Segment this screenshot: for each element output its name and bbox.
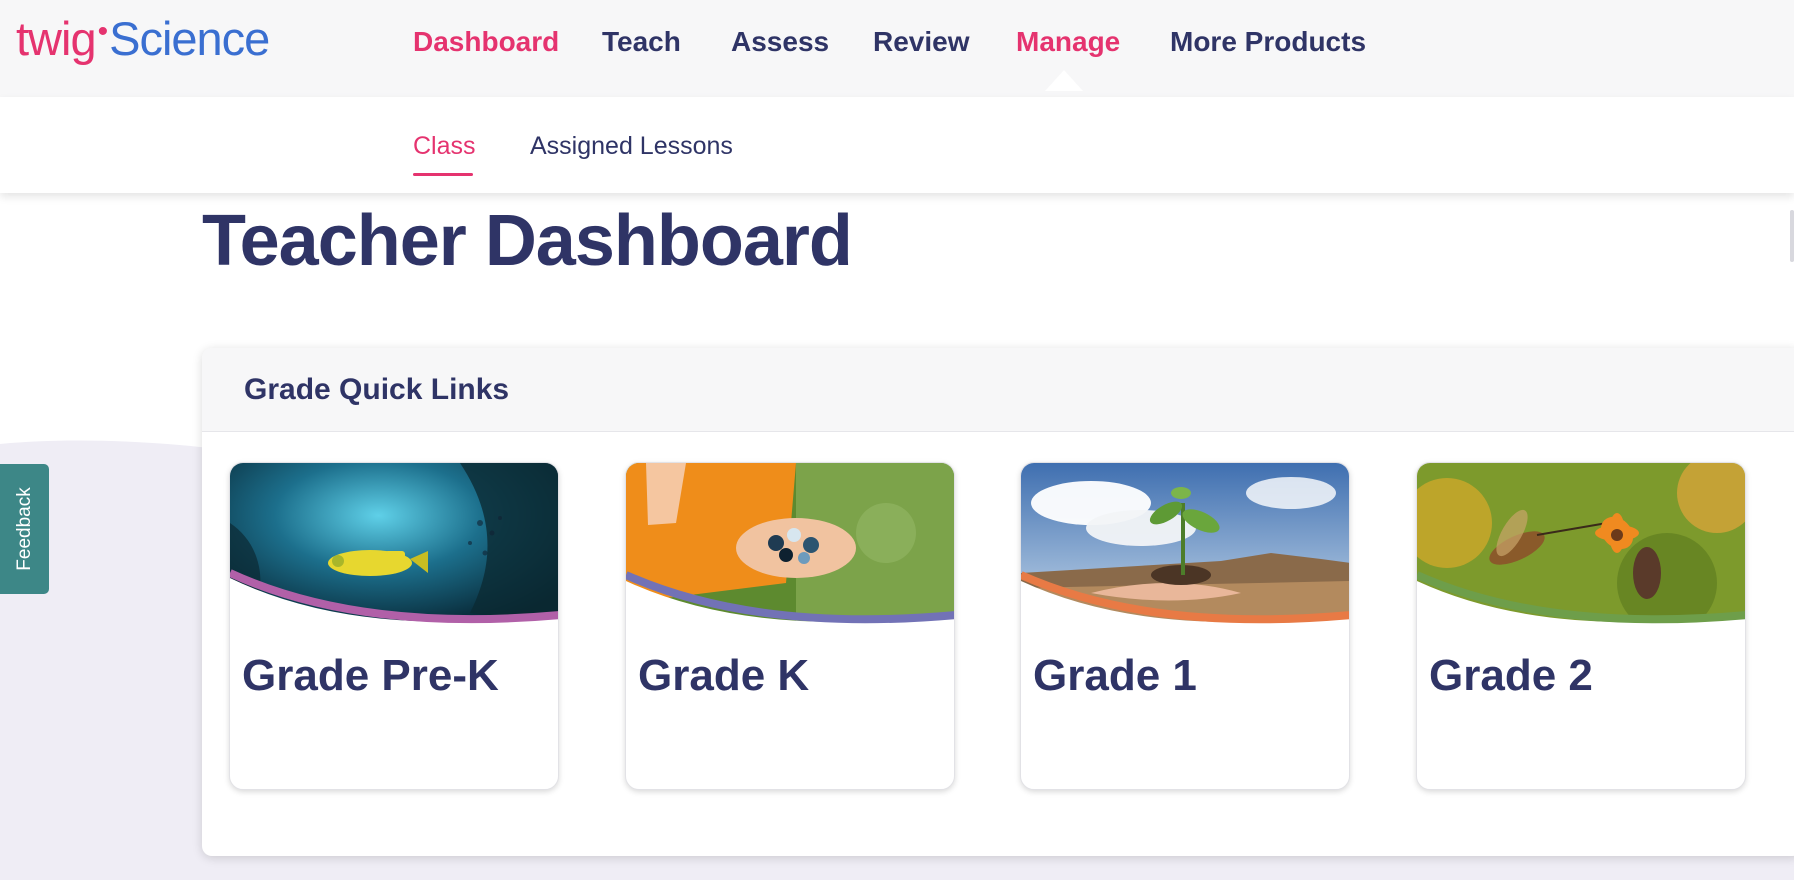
logo-science-text: Science: [109, 12, 270, 65]
grade-card-label: Grade K: [638, 651, 810, 700]
grade-card-2[interactable]: Grade 2: [1416, 462, 1746, 790]
grade-card-label: Grade 2: [1429, 651, 1593, 700]
hands-holding-marbles-image: [626, 463, 954, 638]
subnav-active-underline: [413, 173, 473, 176]
grade-quick-links-panel: Grade Quick Links Grade Pre-K Grade K Gr…: [202, 348, 1794, 856]
logo-dot-icon: •: [97, 15, 108, 48]
moth-on-flower-image: [1417, 463, 1745, 638]
grade-card-k[interactable]: Grade K: [625, 462, 955, 790]
sub-nav-bar: Class Assigned Lessons: [0, 97, 1794, 193]
feedback-tab[interactable]: Feedback: [0, 464, 49, 594]
top-nav-bar: twig • Science Dashboard Teach Assess Re…: [0, 0, 1794, 97]
nav-assess[interactable]: Assess: [731, 22, 829, 62]
hands-holding-seedling-image: [1021, 463, 1349, 638]
nav-manage[interactable]: Manage: [1016, 22, 1120, 62]
underwater-submarine-image: [230, 463, 558, 638]
panel-title: Grade Quick Links: [244, 373, 510, 406]
page-edge-marker: [1790, 210, 1794, 262]
nav-review[interactable]: Review: [873, 22, 970, 62]
feedback-label: Feedback: [13, 487, 35, 571]
grade-card-1[interactable]: Grade 1: [1020, 462, 1350, 790]
nav-dashboard[interactable]: Dashboard: [413, 22, 559, 62]
active-nav-caret-icon: [1045, 70, 1083, 91]
subnav-class[interactable]: Class: [413, 129, 476, 163]
page-title: Teacher Dashboard: [202, 201, 853, 281]
nav-more-products[interactable]: More Products: [1170, 22, 1366, 62]
twig-science-logo[interactable]: twig • Science: [16, 12, 270, 65]
subnav-assigned-lessons[interactable]: Assigned Lessons: [530, 129, 733, 163]
grade-card-label: Grade 1: [1033, 651, 1197, 700]
logo-twig-text: twig: [16, 12, 97, 65]
grade-card-pre-k[interactable]: Grade Pre-K: [229, 462, 559, 790]
grade-card-label: Grade Pre-K: [242, 651, 499, 700]
nav-teach[interactable]: Teach: [602, 22, 681, 62]
